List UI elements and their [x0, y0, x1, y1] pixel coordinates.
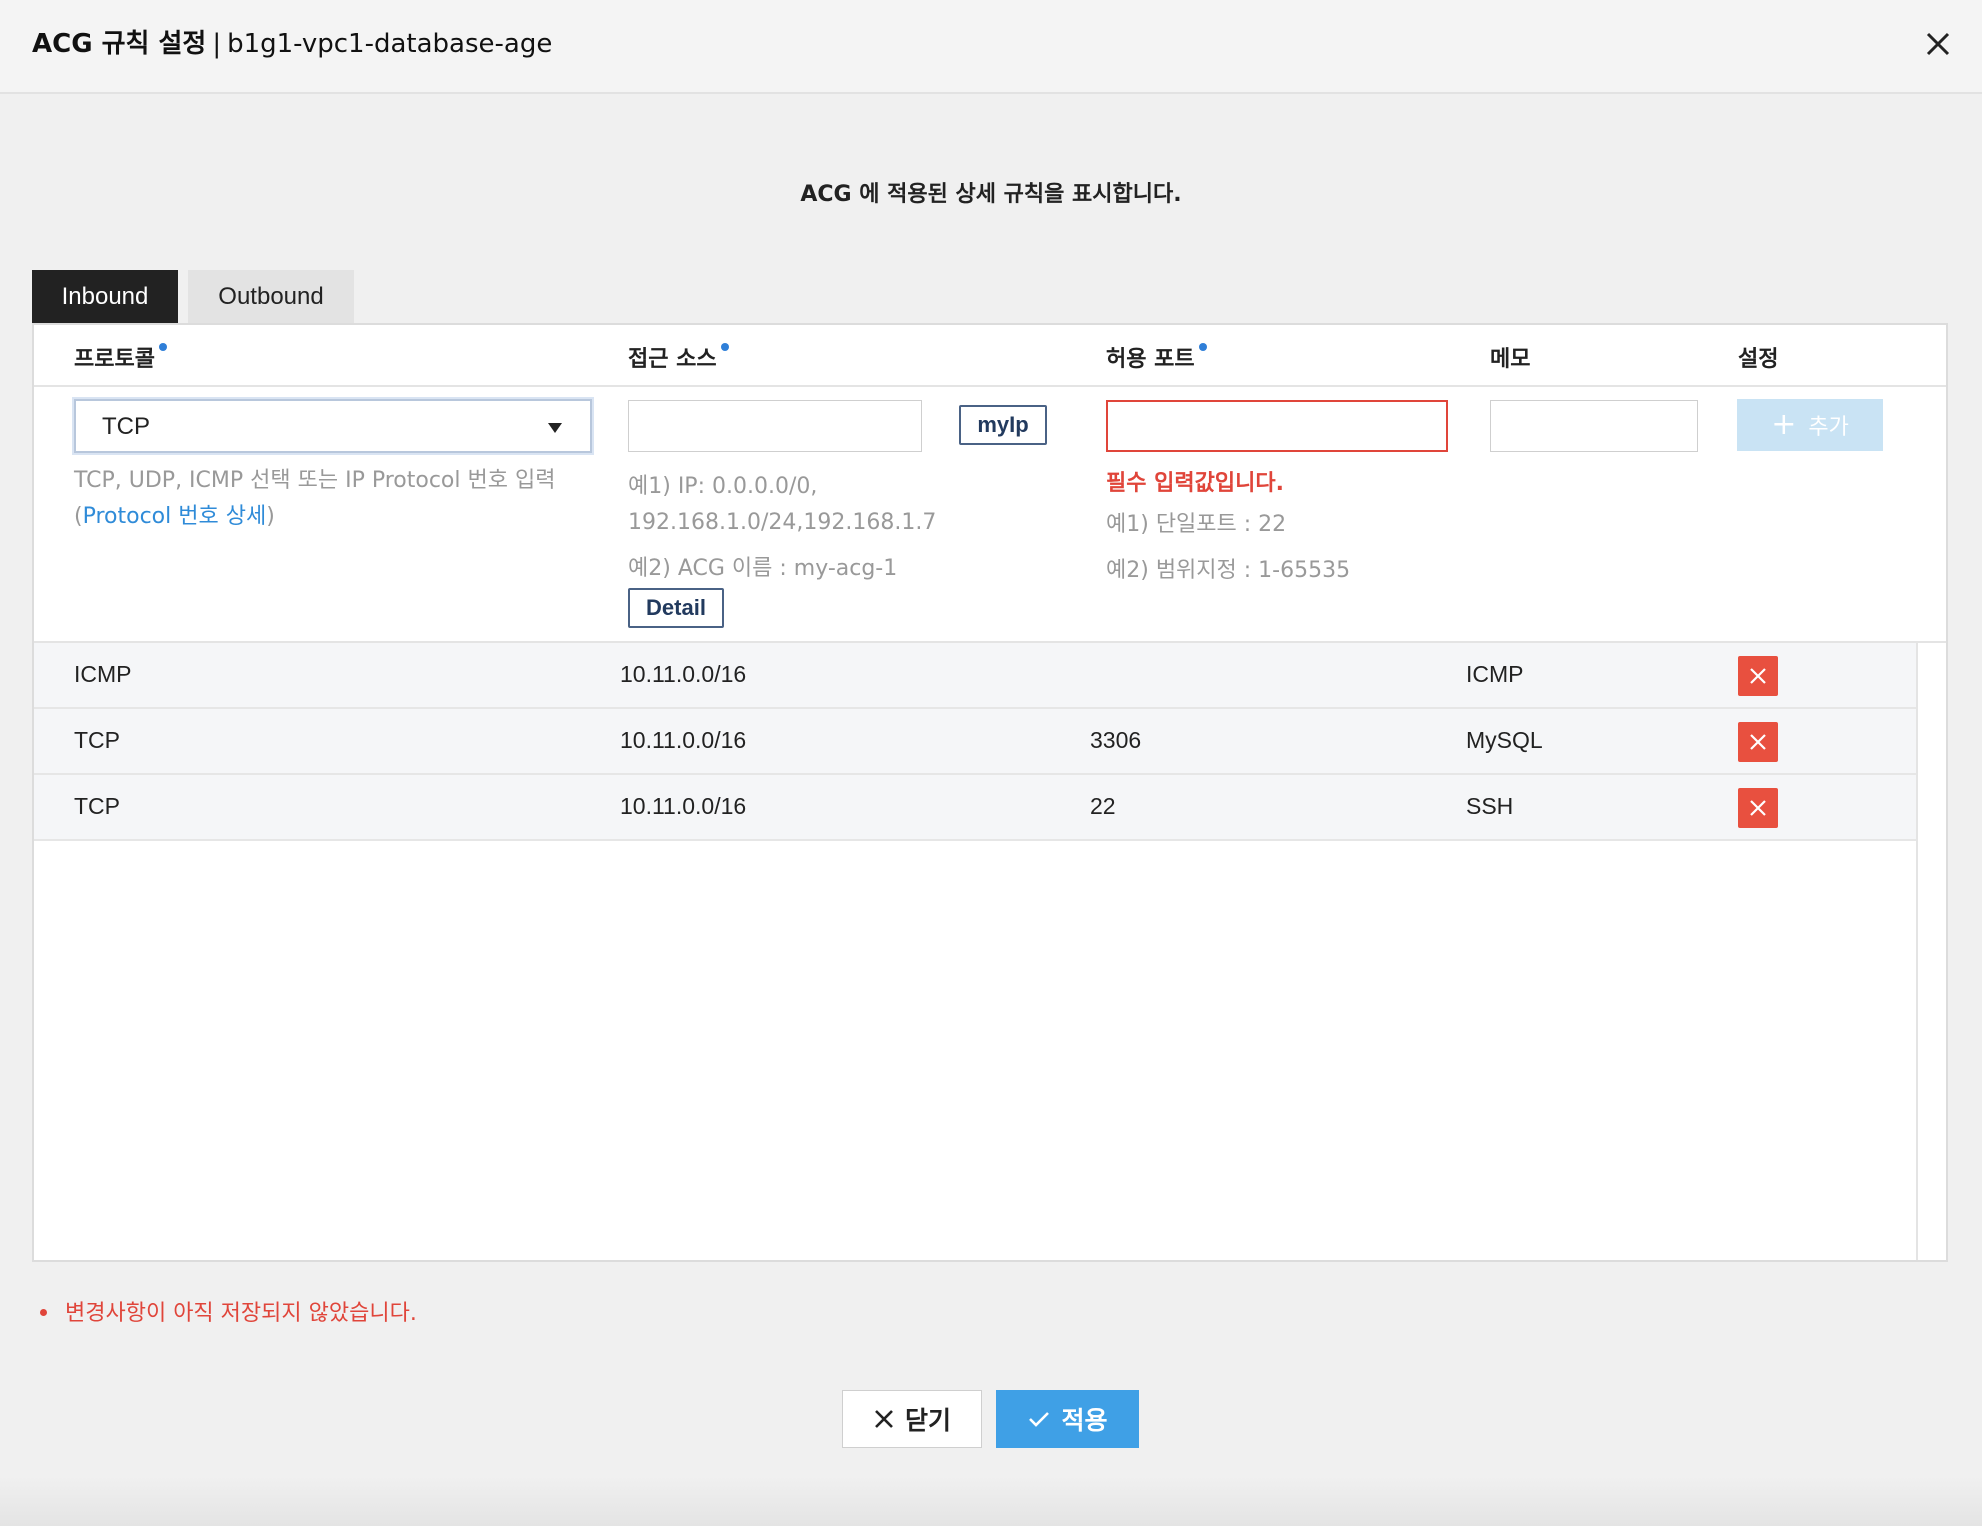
source-example-1: 예1) IP: 0.0.0.0/0, 192.168.1.0/24,192.16…	[628, 469, 936, 541]
rules-panel: 프로토콜 접근 소스 허용 포트 메모 설정 TCP TCP, UDP, ICM…	[32, 323, 1948, 1262]
unsaved-notice: 변경사항이 아직 저장되지 않았습니다.	[40, 1295, 417, 1327]
delete-rule-button[interactable]	[1738, 722, 1778, 762]
bottom-shadow	[0, 1476, 1982, 1526]
rule-protocol: TCP	[74, 793, 120, 819]
delete-rule-button[interactable]	[1738, 788, 1778, 828]
port-example-1: 예1) 단일포트 : 22	[1106, 512, 1287, 537]
myip-button[interactable]: myIp	[959, 405, 1047, 445]
tab-inbound[interactable]: Inbound	[32, 270, 178, 324]
close-button-label: 닫기	[904, 1406, 951, 1435]
rule-source: 10.11.0.0/16	[620, 661, 747, 687]
plus-icon: +	[1771, 407, 1797, 442]
protocol-select[interactable]: TCP	[74, 399, 592, 453]
title-separator: |	[212, 29, 222, 59]
close-icon	[875, 1410, 893, 1428]
column-header-source: 접근 소스	[628, 341, 729, 373]
check-icon	[1029, 1412, 1050, 1427]
rule-port: 3306	[1090, 727, 1142, 753]
rule-memo: SSH	[1466, 793, 1514, 819]
add-rule-button[interactable]: + 추가	[1737, 399, 1883, 451]
protocol-hint-text: TCP, UDP, ICMP 선택 또는 IP Protocol 번호 입력	[74, 468, 556, 493]
port-example-2: 예2) 범위지정 : 1-65535	[1106, 558, 1351, 583]
apply-button[interactable]: 적용	[996, 1390, 1139, 1448]
detail-button[interactable]: Detail	[628, 588, 724, 628]
rule-source: 10.11.0.0/16	[620, 727, 747, 753]
protocol-hint: TCP, UDP, ICMP 선택 또는 IP Protocol 번호 입력 (…	[74, 463, 555, 535]
protocol-hint-link-line: (Protocol 번호 상세)	[74, 499, 555, 535]
link-paren-open: (	[74, 504, 83, 529]
protocol-header-label: 프로토콜	[74, 347, 155, 372]
link-paren-close: )	[266, 504, 275, 529]
port-error-message: 필수 입력값입니다.	[1106, 471, 1284, 496]
modal-header: ACG 규칙 설정 | b1g1-vpc1-database-age	[0, 0, 1982, 94]
column-header-row: 프로토콜 접근 소스 허용 포트 메모 설정	[34, 325, 1946, 387]
modal-title: ACG 규칙 설정 | b1g1-vpc1-database-age	[32, 26, 552, 62]
column-header-port: 허용 포트	[1106, 341, 1207, 373]
port-input[interactable]	[1106, 400, 1448, 452]
tab-outbound[interactable]: Outbound	[188, 270, 354, 324]
close-icon	[1750, 734, 1766, 750]
source-header-label: 접근 소스	[628, 347, 717, 372]
close-button[interactable]: 닫기	[842, 1390, 982, 1448]
required-dot	[158, 343, 167, 351]
intro-text: ACG 에 적용된 상세 규칙을 표시합니다.	[800, 182, 1182, 207]
table-row: TCP 10.11.0.0/16 22 SSH	[34, 775, 1916, 841]
column-header-memo: 메모	[1490, 347, 1531, 372]
bullet	[40, 1308, 47, 1316]
close-icon	[1750, 668, 1766, 684]
table-row: TCP 10.11.0.0/16 3306 MySQL	[34, 709, 1916, 775]
unsaved-notice-text: 변경사항이 아직 저장되지 않았습니다.	[65, 1301, 417, 1326]
apply-button-label: 적용	[1061, 1406, 1108, 1435]
source-example-1-line-1: 예1) IP: 0.0.0.0/0,	[628, 474, 818, 499]
add-rule-label: 추가	[1808, 415, 1849, 440]
caret-down-icon	[548, 423, 562, 433]
memo-input[interactable]	[1490, 400, 1698, 452]
protocol-select-value: TCP	[102, 413, 150, 440]
port-header-label: 허용 포트	[1106, 347, 1195, 372]
source-example-2: 예2) ACG 이름 : my-acg-1	[628, 556, 898, 581]
rule-memo: ICMP	[1466, 661, 1524, 687]
column-header-settings: 설정	[1738, 347, 1779, 372]
acg-name: b1g1-vpc1-database-age	[227, 29, 553, 59]
protocol-number-link[interactable]: Protocol 번호 상세	[83, 504, 267, 529]
close-icon	[1750, 800, 1766, 816]
source-input[interactable]	[628, 400, 922, 452]
modal-title-label: ACG 규칙 설정	[32, 29, 207, 59]
rule-memo: MySQL	[1466, 727, 1543, 753]
rules-table: ICMP 10.11.0.0/16 ICMP TCP 10.11.0.0/16 …	[34, 643, 1918, 1260]
column-header-protocol: 프로토콜	[74, 341, 167, 373]
rule-source: 10.11.0.0/16	[620, 793, 747, 819]
close-icon[interactable]	[1922, 28, 1954, 60]
source-example-1-line-2: 192.168.1.0/24,192.168.1.7	[628, 510, 937, 535]
required-dot	[720, 343, 729, 351]
required-dot	[1198, 343, 1207, 351]
rule-port: 22	[1090, 793, 1116, 819]
rule-protocol: ICMP	[74, 661, 132, 687]
delete-rule-button[interactable]	[1738, 656, 1778, 696]
rule-protocol: TCP	[74, 727, 120, 753]
table-row: ICMP 10.11.0.0/16 ICMP	[34, 643, 1916, 709]
